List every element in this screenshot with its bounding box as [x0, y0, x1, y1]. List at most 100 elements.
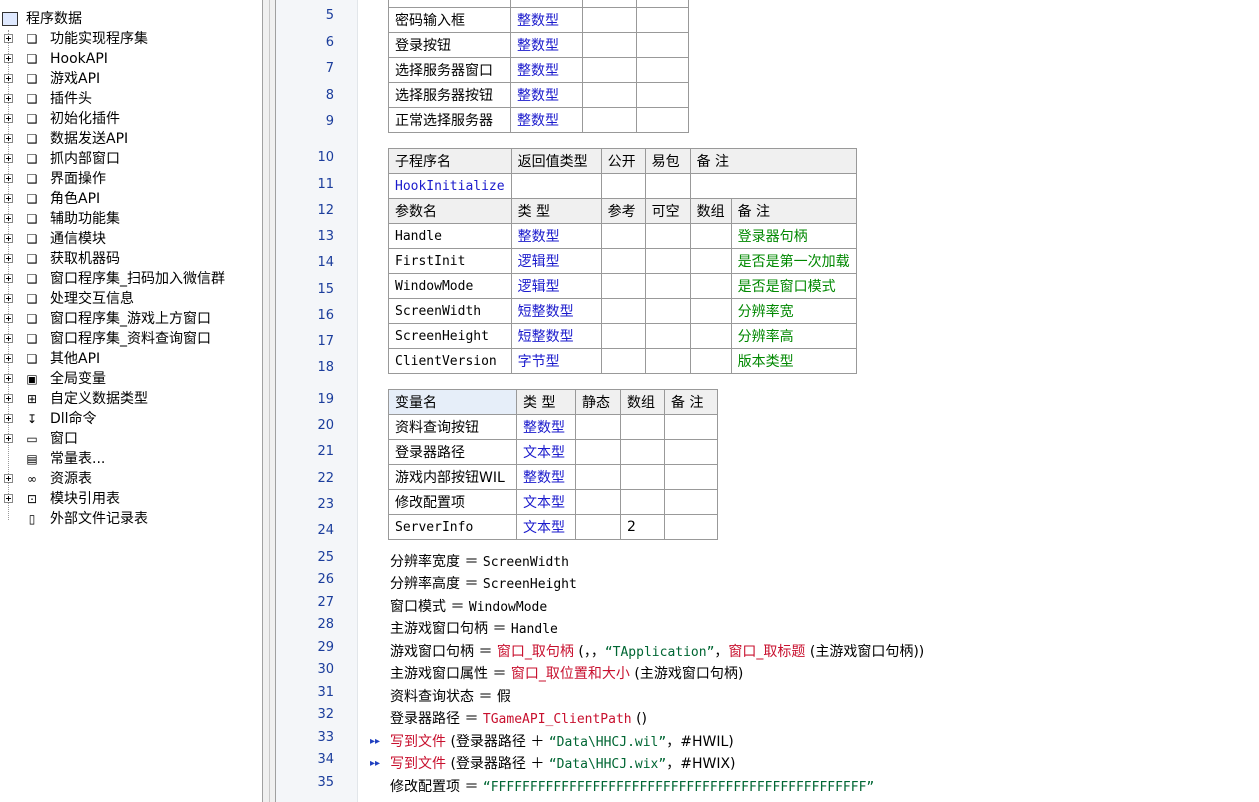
code-line[interactable]: 分辨率高度 ＝ ScreenHeight — [390, 573, 577, 593]
expand-icon[interactable] — [4, 414, 13, 423]
expand-icon[interactable] — [4, 174, 13, 183]
line-number: 29 — [317, 640, 334, 655]
expand-icon[interactable] — [4, 254, 13, 263]
code-line[interactable]: 主游戏窗口句柄 ＝ Handle — [390, 618, 558, 638]
code-line[interactable]: 游戏窗口句柄 ＝ 窗口_取句柄 (，，“TApplication”，窗口_取标题… — [390, 641, 924, 661]
expand-icon[interactable] — [4, 94, 13, 103]
param-name[interactable]: Handle — [388, 223, 512, 249]
expand-icon[interactable] — [4, 214, 13, 223]
var-array[interactable]: 2 — [620, 514, 665, 540]
tree-item-label: 窗口程序集_游戏上方窗口 — [50, 311, 211, 327]
param-name[interactable]: ScreenWidth — [388, 298, 512, 324]
tree-item-label: 数据发送API — [50, 131, 129, 147]
param-note[interactable]: 分辨率宽 — [730, 298, 857, 324]
param-name[interactable]: WindowMode — [388, 273, 512, 299]
expand-icon[interactable] — [4, 374, 13, 383]
param-type[interactable]: 短整数型 — [510, 298, 602, 324]
splitter[interactable] — [262, 0, 276, 802]
param-note[interactable]: 分辨率高 — [730, 323, 857, 349]
code-editor[interactable]: 密码输入框 整数型 登录按钮 整数型 选择服务器窗口 整数型 选择服务器按钮 整数型 正… — [358, 0, 1259, 802]
var-type[interactable]: 文本型 — [516, 489, 576, 515]
var-type[interactable]: 整数型 — [510, 32, 583, 58]
var-type[interactable]: 整数型 — [510, 107, 583, 133]
expand-icon[interactable] — [4, 334, 13, 343]
var-array[interactable] — [620, 414, 665, 440]
var-name[interactable]: 修改配置项 — [388, 489, 517, 515]
var-type[interactable]: 整数型 — [516, 414, 576, 440]
param-type[interactable]: 短整数型 — [510, 323, 602, 349]
var-type[interactable]: 整数型 — [510, 57, 583, 83]
expand-icon[interactable] — [4, 394, 13, 403]
var-name[interactable]: 正常选择服务器 — [388, 107, 511, 133]
param-note[interactable]: 登录器句柄 — [730, 223, 857, 249]
param-name[interactable]: ScreenHeight — [388, 323, 512, 349]
expand-icon[interactable] — [4, 314, 13, 323]
subroutine-name[interactable]: HookInitialize — [388, 173, 512, 199]
tree-item-label: 处理交互信息 — [50, 291, 134, 307]
expand-icon[interactable] — [4, 474, 13, 483]
expand-icon[interactable] — [4, 494, 13, 503]
table-row: 登录器路径 文本型 — [388, 439, 718, 465]
code-line[interactable]: 资料查询状态 ＝ 假 — [390, 686, 511, 706]
table-row: 正常选择服务器 整数型 — [388, 107, 689, 133]
col-header: 备 注 — [664, 389, 718, 415]
var-name[interactable]: ServerInfo — [388, 514, 517, 540]
var-array[interactable] — [620, 439, 665, 465]
expand-icon[interactable] — [4, 134, 13, 143]
code-line[interactable]: 写到文件 (登录器路径 ＋ “Data\HHCJ.wix”，#HWIX) — [390, 753, 736, 773]
line-number: 15 — [317, 282, 334, 297]
code-line[interactable]: 主游戏窗口属性 ＝ 窗口_取位置和大小 (主游戏窗口句柄) — [390, 663, 743, 683]
expand-icon[interactable] — [4, 274, 13, 283]
resource-icon: ∞ — [27, 472, 37, 486]
code-line[interactable]: 窗口模式 ＝ WindowMode — [390, 596, 547, 616]
var-name[interactable]: 登录器路径 — [388, 439, 517, 465]
var-name[interactable]: 资料查询按钮 — [388, 414, 517, 440]
program-tree[interactable]: 程序数据 ❏ 功能实现程序集 ❏ HookAPI ❏ 游戏API ❏ 插件头 ❏ 初始化插件 ❏ 数据… — [0, 0, 266, 802]
code-line[interactable]: 写到文件 (登录器路径 ＋ “Data\HHCJ.wil”，#HWIL) — [390, 731, 734, 751]
var-name[interactable]: 选择服务器按钮 — [388, 82, 511, 108]
code-line[interactable]: 登录器路径 ＝ TGameAPI_ClientPath () — [390, 708, 647, 728]
expand-icon[interactable] — [4, 294, 13, 303]
tree-item-label: 常量表... — [50, 451, 106, 467]
var-type[interactable]: 整数型 — [510, 82, 583, 108]
col-header: 返回值类型 — [510, 148, 602, 174]
expand-icon[interactable] — [4, 154, 13, 163]
code-line[interactable]: 修改配置项 ＝ “FFFFFFFFFFFFFFFFFFFFFFFFFFFFFFF… — [390, 776, 874, 796]
expand-icon[interactable] — [4, 434, 13, 443]
expand-icon[interactable] — [4, 354, 13, 363]
var-name[interactable]: 登录按钮 — [388, 32, 511, 58]
param-note[interactable]: 版本类型 — [730, 348, 857, 374]
expand-icon[interactable] — [4, 234, 13, 243]
expand-icon[interactable] — [4, 34, 13, 43]
var-name[interactable]: 选择服务器窗口 — [388, 57, 511, 83]
param-type[interactable]: 字节型 — [510, 348, 602, 374]
var-name[interactable]: 密码输入框 — [388, 7, 511, 33]
var-type[interactable]: 整数型 — [510, 7, 583, 33]
col-header: 数组 — [620, 389, 665, 415]
var-type[interactable]: 整数型 — [516, 464, 576, 490]
var-type[interactable]: 文本型 — [516, 439, 576, 465]
var-name[interactable]: 游戏内部按钮WIL — [388, 464, 517, 490]
param-note[interactable]: 是否是窗口模式 — [730, 273, 857, 299]
line-number: 28 — [317, 617, 334, 632]
table-row: ScreenWidth 短整数型 分辨率宽 — [388, 298, 857, 324]
var-array[interactable] — [620, 489, 665, 515]
var-array[interactable] — [620, 464, 665, 490]
module-icon: ❏ — [26, 52, 38, 66]
line-number: 27 — [317, 595, 334, 610]
param-type[interactable]: 逻辑型 — [510, 273, 602, 299]
module-icon: ❏ — [26, 112, 38, 126]
code-line[interactable]: 分辨率宽度 ＝ ScreenWidth — [390, 551, 569, 571]
table-row: ScreenHeight 短整数型 分辨率高 — [388, 323, 857, 349]
param-type[interactable]: 整数型 — [510, 223, 602, 249]
expand-icon[interactable] — [4, 54, 13, 63]
expand-icon[interactable] — [4, 114, 13, 123]
param-type[interactable]: 逻辑型 — [510, 248, 602, 274]
expand-icon[interactable] — [4, 74, 13, 83]
param-name[interactable]: FirstInit — [388, 248, 512, 274]
expand-icon[interactable] — [4, 194, 13, 203]
param-name[interactable]: ClientVersion — [388, 348, 512, 374]
var-type[interactable]: 文本型 — [516, 514, 576, 540]
param-note[interactable]: 是否是第一次加载 — [730, 248, 857, 274]
line-number: 31 — [317, 685, 334, 700]
